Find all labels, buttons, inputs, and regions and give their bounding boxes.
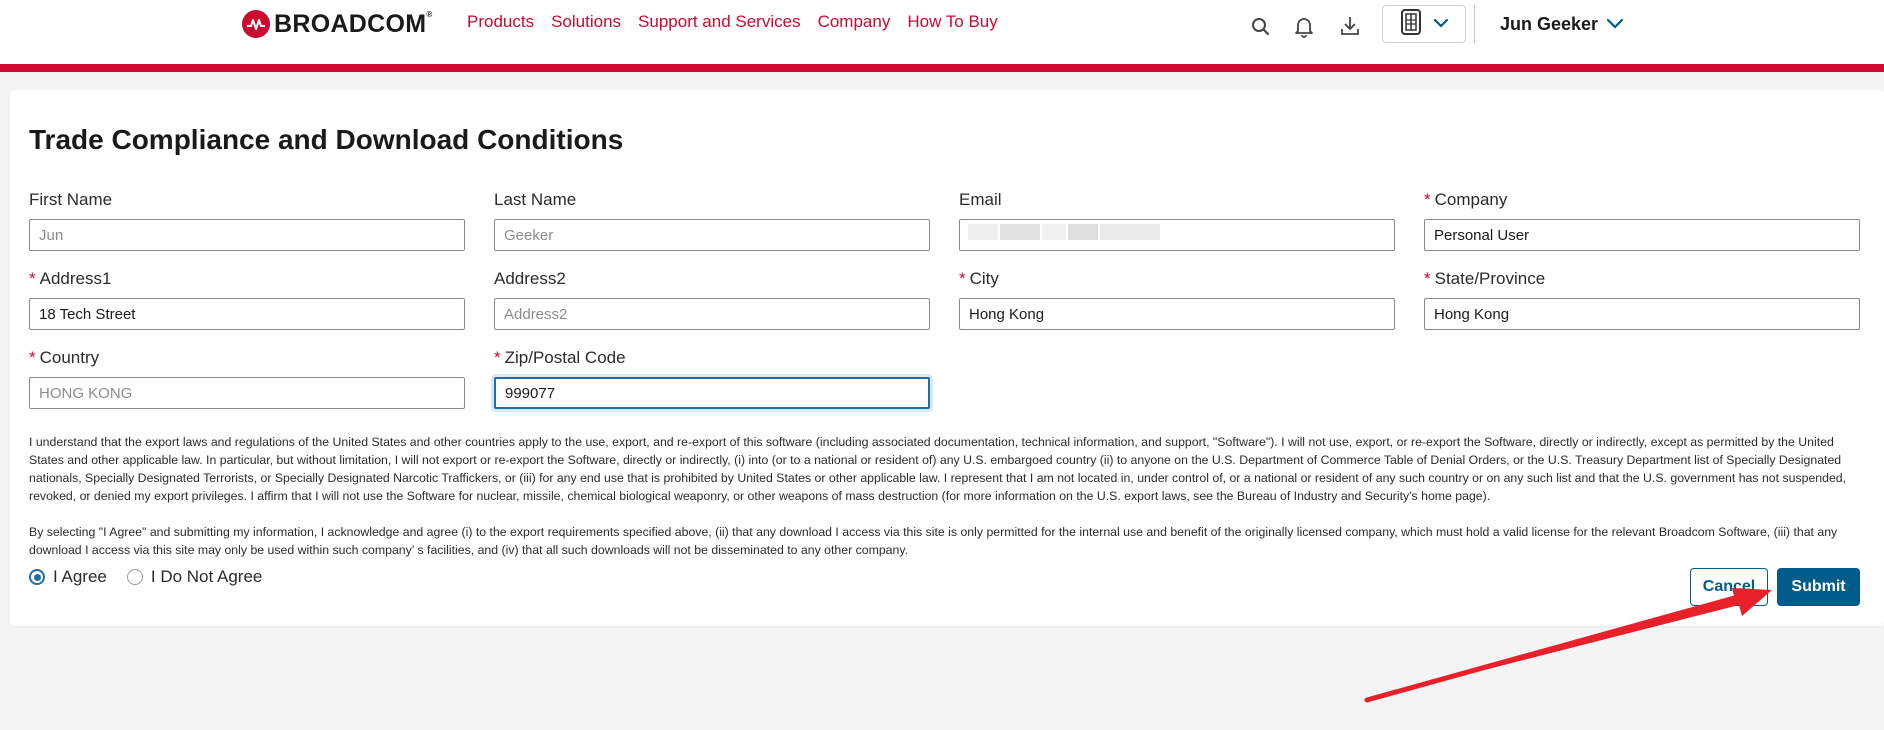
- zip-label: * Zip/Postal Code: [494, 348, 626, 367]
- country-label: * Country: [29, 348, 100, 367]
- export-terms-text: I understand that the export laws and re…: [29, 435, 1847, 503]
- address2-label: Address2: [494, 269, 566, 288]
- nav-how-to-buy[interactable]: How To Buy: [907, 12, 997, 32]
- broadcom-logo[interactable]: BROADCOM®: [242, 10, 433, 38]
- email-redaction: [968, 224, 998, 240]
- nav-products[interactable]: Products: [467, 12, 534, 32]
- download-icon[interactable]: [1338, 14, 1362, 38]
- agreement-options: I Agree I Do Not Agree: [29, 567, 282, 587]
- last-name-label: Last Name: [494, 190, 577, 209]
- broadcom-logo-icon: [242, 10, 270, 38]
- first-name-input[interactable]: [29, 219, 465, 251]
- disagree-radio[interactable]: [126, 569, 143, 585]
- city-input[interactable]: [959, 298, 1395, 330]
- nav-company[interactable]: Company: [818, 12, 891, 32]
- cancel-button[interactable]: Cancel: [1690, 568, 1768, 606]
- user-menu[interactable]: Jun Geeker: [1500, 14, 1624, 35]
- chevron-down-icon: [1433, 15, 1449, 33]
- user-chevron-down-icon: [1606, 14, 1624, 35]
- search-icon[interactable]: [1249, 14, 1273, 38]
- email-redaction: [1068, 224, 1098, 240]
- last-name-input[interactable]: [494, 219, 930, 251]
- disagree-label[interactable]: I Do Not Agree: [151, 567, 263, 587]
- user-name: Jun Geeker: [1500, 14, 1599, 34]
- agreement-terms-text: By selecting "I Agree" and submitting my…: [29, 525, 1838, 557]
- email-label: Email: [959, 190, 1002, 209]
- nav-support-and-services[interactable]: Support and Services: [638, 12, 801, 32]
- address1-label: * Address1: [29, 269, 112, 288]
- city-label: * City: [959, 269, 999, 288]
- email-redaction: [1000, 224, 1040, 240]
- email-redaction: [1042, 224, 1066, 240]
- agree-radio[interactable]: [29, 569, 45, 585]
- first-name-label: First Name: [29, 190, 113, 209]
- vault-icon: [1399, 8, 1423, 41]
- page-title: Trade Compliance and Download Conditions: [29, 124, 624, 155]
- zip-input[interactable]: [494, 377, 930, 409]
- state-input[interactable]: [1424, 298, 1860, 330]
- nav-solutions[interactable]: Solutions: [551, 12, 621, 32]
- brand-divider: [0, 64, 1884, 72]
- vault-menu-button[interactable]: [1382, 5, 1466, 43]
- submit-button[interactable]: Submit: [1777, 568, 1860, 606]
- email-redaction: [1100, 224, 1160, 240]
- company-input[interactable]: [1424, 219, 1860, 251]
- state-label: * State/Province: [1424, 269, 1546, 288]
- agree-label[interactable]: I Agree: [53, 567, 107, 587]
- address2-input[interactable]: [494, 298, 930, 330]
- address1-input[interactable]: [29, 298, 465, 330]
- bell-icon[interactable]: [1292, 14, 1316, 38]
- logo-text: BROADCOM®: [274, 9, 433, 38]
- main-nav: Products Solutions Support and Services …: [467, 12, 998, 32]
- company-label: * Company: [1424, 190, 1508, 209]
- country-input[interactable]: [29, 377, 465, 409]
- header-divider: [1474, 4, 1475, 44]
